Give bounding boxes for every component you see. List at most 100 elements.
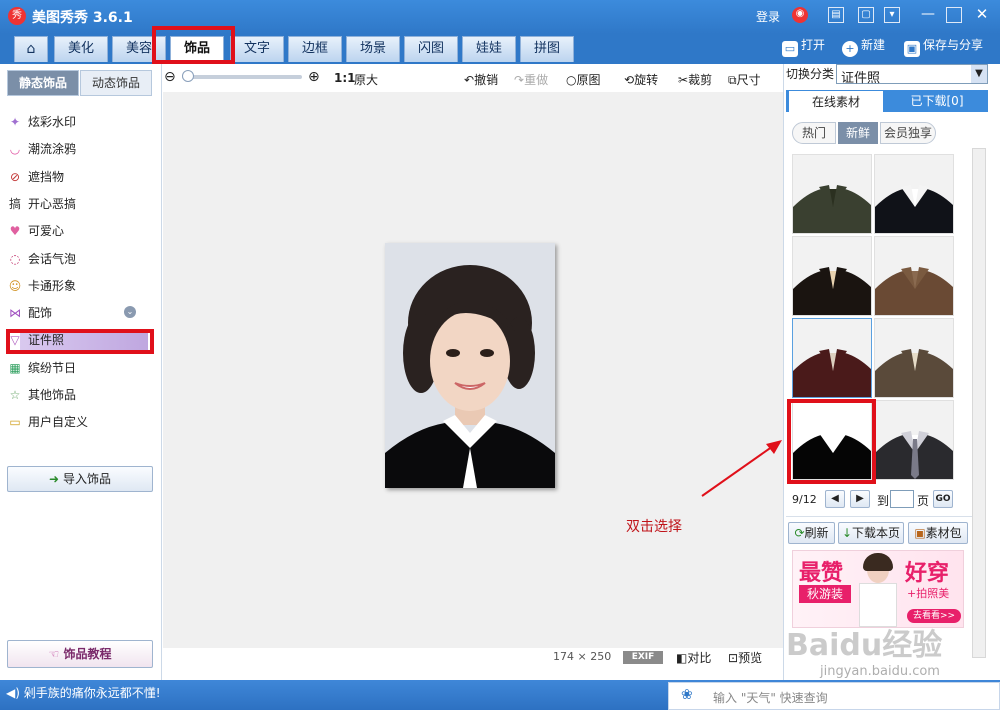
category-item[interactable]: 搞开心恶搞 <box>9 194 148 214</box>
material-pack-button[interactable]: ▣素材包 <box>908 522 968 544</box>
material-thumbnail[interactable] <box>874 400 954 480</box>
search-placeholder: 输入 "天气" 快速查询 <box>713 691 828 705</box>
original-size-button[interactable]: 原大 <box>354 71 378 88</box>
zoom-out-icon[interactable]: ⊖ <box>164 69 176 85</box>
menu-icon[interactable]: ▾ <box>884 7 900 23</box>
ad-line2: 秋游装 <box>799 585 851 603</box>
material-thumbnail[interactable] <box>792 236 872 316</box>
original-button[interactable]: ○原图 <box>566 71 601 88</box>
search-box[interactable]: ❀ 输入 "天气" 快速查询 <box>668 682 1000 710</box>
category-select-value: 证件照 <box>841 71 881 86</box>
category-item[interactable]: ▦ 缤纷节日 <box>9 358 148 378</box>
new-button[interactable]: + 新建 <box>842 36 885 57</box>
rotate-icon: ⟲ <box>624 73 635 87</box>
zoom-1to1-button[interactable]: 1:1 <box>334 71 356 85</box>
page-number-input[interactable] <box>890 490 914 508</box>
material-thumbnail[interactable] <box>792 318 872 398</box>
tab-static-accessories[interactable]: 静态饰品 <box>7 70 79 96</box>
tab-collage[interactable]: 拼图 <box>520 36 574 62</box>
image-height: 250 <box>590 650 612 663</box>
folder-open-icon: ▭ <box>782 41 798 57</box>
refresh-button[interactable]: ⟳刷新 <box>788 522 835 544</box>
material-scrollbar[interactable] <box>972 148 986 658</box>
zoom-in-icon[interactable]: ⊕ <box>308 69 320 85</box>
filter-vip[interactable]: 会员独享 <box>880 122 936 144</box>
weibo-icon[interactable]: ◉ <box>792 7 808 23</box>
home-tab[interactable]: ⌂ <box>14 36 48 62</box>
login-link[interactable]: 登录 <box>756 8 780 25</box>
category-item-label: 用户自定义 <box>28 415 89 430</box>
tutorial-button[interactable]: ☜ 饰品教程 <box>7 640 153 668</box>
category-item[interactable]: ⊘ 遮挡物 <box>10 167 148 187</box>
tab-flash[interactable]: 闪图 <box>404 36 458 62</box>
material-thumbnail[interactable] <box>874 154 954 234</box>
undo-button[interactable]: ↶撤销 <box>464 71 498 88</box>
material-thumbnail[interactable] <box>874 236 954 316</box>
crop-button[interactable]: ✂裁剪 <box>678 71 712 88</box>
category-switch-label: 切换分类 <box>786 67 835 81</box>
category-item[interactable]: ◌ 会话气泡 <box>10 249 148 269</box>
sparkle-icon: ✦ <box>9 115 21 129</box>
refresh-label: 刷新 <box>804 526 829 540</box>
ad-banner[interactable]: 最赞 秋游装 好穿 +拍照美 去看看>> <box>792 550 964 628</box>
material-thumbnail[interactable] <box>874 318 954 398</box>
filter-hot[interactable]: 热门 <box>792 122 836 144</box>
preview-button[interactable]: ⊡预览 <box>728 649 762 666</box>
category-select[interactable]: 证件照 ▼ <box>836 64 988 86</box>
exif-badge[interactable]: EXIF <box>623 651 663 664</box>
rotate-button[interactable]: ⟲旋转 <box>624 71 658 88</box>
zoom-slider[interactable] <box>182 75 302 79</box>
prank-icon: 搞 <box>8 196 21 211</box>
tab-beautify[interactable]: 美化 <box>54 36 108 62</box>
redo-button[interactable]: ↷重做 <box>514 71 548 88</box>
tab-online-material[interactable]: 在线素材 <box>788 90 884 112</box>
save-icon: ▣ <box>904 41 920 57</box>
lips-icon: ◡ <box>9 142 21 157</box>
tab-frame[interactable]: 边框 <box>288 36 342 62</box>
go-button[interactable]: GO <box>933 490 953 508</box>
skin-icon[interactable]: ▤ <box>828 7 844 23</box>
window-title: 美图秀秀 3.6.1 <box>32 10 133 26</box>
download-page-button[interactable]: ↓下载本页 <box>838 522 904 544</box>
outfit-image <box>875 401 953 479</box>
compare-label: 对比 <box>687 651 712 665</box>
close-icon[interactable]: ✕ <box>974 7 990 23</box>
category-item-label: 缤纷节日 <box>28 360 77 375</box>
paw-icon: ❀ <box>681 687 693 703</box>
prev-page-button[interactable]: ◀ <box>825 490 845 508</box>
category-item[interactable]: ▭ 用户自定义 <box>9 412 148 432</box>
category-item[interactable]: ☆ 其他饰品 <box>10 385 148 405</box>
expand-icon[interactable]: ⌄ <box>124 306 136 318</box>
import-accessory-button[interactable]: ➜ 导入饰品 <box>7 466 153 492</box>
meitu-app-window: 秀 美图秀秀 3.6.1 登录 ◉ ▤ ▢ ▾ — ✕ ⌂ 美化 美容 饰品 文… <box>0 0 1000 710</box>
image-size: 174 × 250 <box>553 650 611 663</box>
category-item[interactable]: ☺ 卡通形象 <box>9 276 148 296</box>
feedback-icon[interactable]: ▢ <box>858 7 874 23</box>
tab-downloaded[interactable]: 已下载[0] <box>888 90 986 112</box>
tab-text[interactable]: 文字 <box>230 36 284 62</box>
crop-label: 裁剪 <box>688 73 713 87</box>
chevron-down-icon[interactable]: ▼ <box>971 65 987 83</box>
material-thumbnail[interactable] <box>792 154 872 234</box>
id-photo[interactable] <box>385 243 555 488</box>
minimize-icon[interactable]: — <box>920 7 936 23</box>
filter-new[interactable]: 新鲜 <box>838 122 878 144</box>
double-click-annotation: 双击选择 <box>626 519 682 535</box>
resize-button[interactable]: ⧉尺寸 <box>728 71 761 88</box>
category-item[interactable]: ✦ 炫彩水印 <box>10 112 148 132</box>
material-highlight-box <box>787 399 876 484</box>
save-share-button[interactable]: ▣ 保存与分享 <box>904 36 983 57</box>
tab-scene[interactable]: 场景 <box>346 36 400 62</box>
open-button[interactable]: ▭ 打开 <box>782 36 825 57</box>
tab-doll[interactable]: 娃娃 <box>462 36 516 62</box>
category-item[interactable]: ◡ 潮流涂鸦 <box>10 139 148 159</box>
compare-button[interactable]: ◧对比 <box>676 649 711 666</box>
zoom-slider-handle[interactable] <box>182 70 194 82</box>
tab-dynamic-accessories[interactable]: 动态饰品 <box>80 70 152 96</box>
resize-label: 尺寸 <box>736 73 761 87</box>
category-item[interactable]: ♥ 可爱心 <box>10 221 148 241</box>
category-item-label: 配饰 <box>28 306 53 321</box>
category-item-label: 其他饰品 <box>28 388 77 402</box>
next-page-button[interactable]: ▶ <box>850 490 870 508</box>
maximize-icon[interactable] <box>946 7 962 23</box>
